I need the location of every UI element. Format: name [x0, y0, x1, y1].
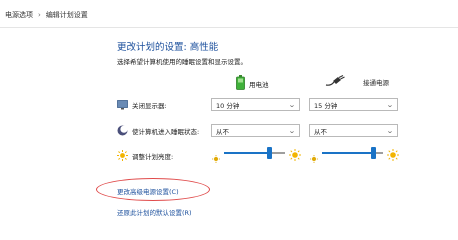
plugged-column-header: 接通电源 — [325, 75, 389, 89]
slider-fill — [224, 152, 270, 154]
breadcrumb-power-options[interactable]: 电源选项 — [5, 10, 33, 20]
sleep-battery-select[interactable]: 从不 ⌄ — [211, 124, 300, 137]
power-plug-icon — [325, 75, 347, 89]
slider-fill — [322, 152, 374, 154]
brightness-row-label: 调整计划亮度: — [117, 150, 173, 161]
sleep-battery-value: 从不 — [216, 127, 229, 136]
header-divider — [0, 27, 458, 28]
display-off-plugged-select[interactable]: 15 分钟 ⌄ — [309, 98, 398, 111]
slider-thumb[interactable] — [371, 147, 377, 159]
moon-icon — [117, 125, 128, 136]
display-off-battery-select[interactable]: 10 分钟 ⌄ — [211, 98, 300, 111]
slider-thumb[interactable] — [267, 147, 273, 159]
sun-icon — [117, 150, 128, 161]
brightness-label: 调整计划亮度: — [132, 152, 174, 161]
sleep-label: 使计算机进入睡眠状态: — [132, 127, 200, 136]
chevron-down-icon: ⌄ — [288, 101, 296, 109]
page-title: 更改计划的设置: 高性能 — [117, 42, 219, 53]
battery-column-header: 用电池 — [236, 75, 269, 92]
sleep-plugged-select[interactable]: 从不 ⌄ — [309, 124, 398, 137]
chevron-down-icon: ⌄ — [288, 127, 296, 135]
display-off-label: 关闭显示器: — [132, 101, 167, 110]
red-annotation-circle — [96, 178, 210, 201]
dim-sun-icon — [212, 148, 220, 163]
bright-sun-icon — [387, 146, 399, 161]
page-subtitle: 选择希望计算机使用的睡眠设置和显示设置。 — [117, 58, 247, 66]
brightness-plugged-slider[interactable] — [310, 146, 399, 163]
battery-icon — [236, 75, 245, 92]
display-off-battery-value: 10 分钟 — [216, 101, 240, 110]
sleep-plugged-value: 从不 — [314, 127, 327, 136]
restore-defaults-link[interactable]: 还原此计划的默认设置(R) — [117, 207, 192, 217]
monitor-icon — [117, 99, 128, 110]
chevron-down-icon: ⌄ — [386, 127, 394, 135]
breadcrumb: 电源选项 › 编辑计划设置 — [5, 8, 88, 22]
chevron-down-icon: ⌄ — [386, 101, 394, 109]
plugged-column-label: 接通电源 — [363, 79, 389, 87]
breadcrumb-separator: › — [38, 11, 41, 19]
display-off-plugged-value: 15 分钟 — [314, 101, 338, 110]
brightness-battery-slider[interactable] — [212, 146, 301, 163]
bright-sun-icon — [289, 146, 301, 161]
dim-sun-icon — [310, 148, 318, 163]
sleep-row-label: 使计算机进入睡眠状态: — [117, 125, 199, 136]
battery-column-label: 用电池 — [249, 80, 269, 89]
display-off-row-label: 关闭显示器: — [117, 99, 167, 110]
breadcrumb-edit-plan: 编辑计划设置 — [45, 11, 88, 19]
